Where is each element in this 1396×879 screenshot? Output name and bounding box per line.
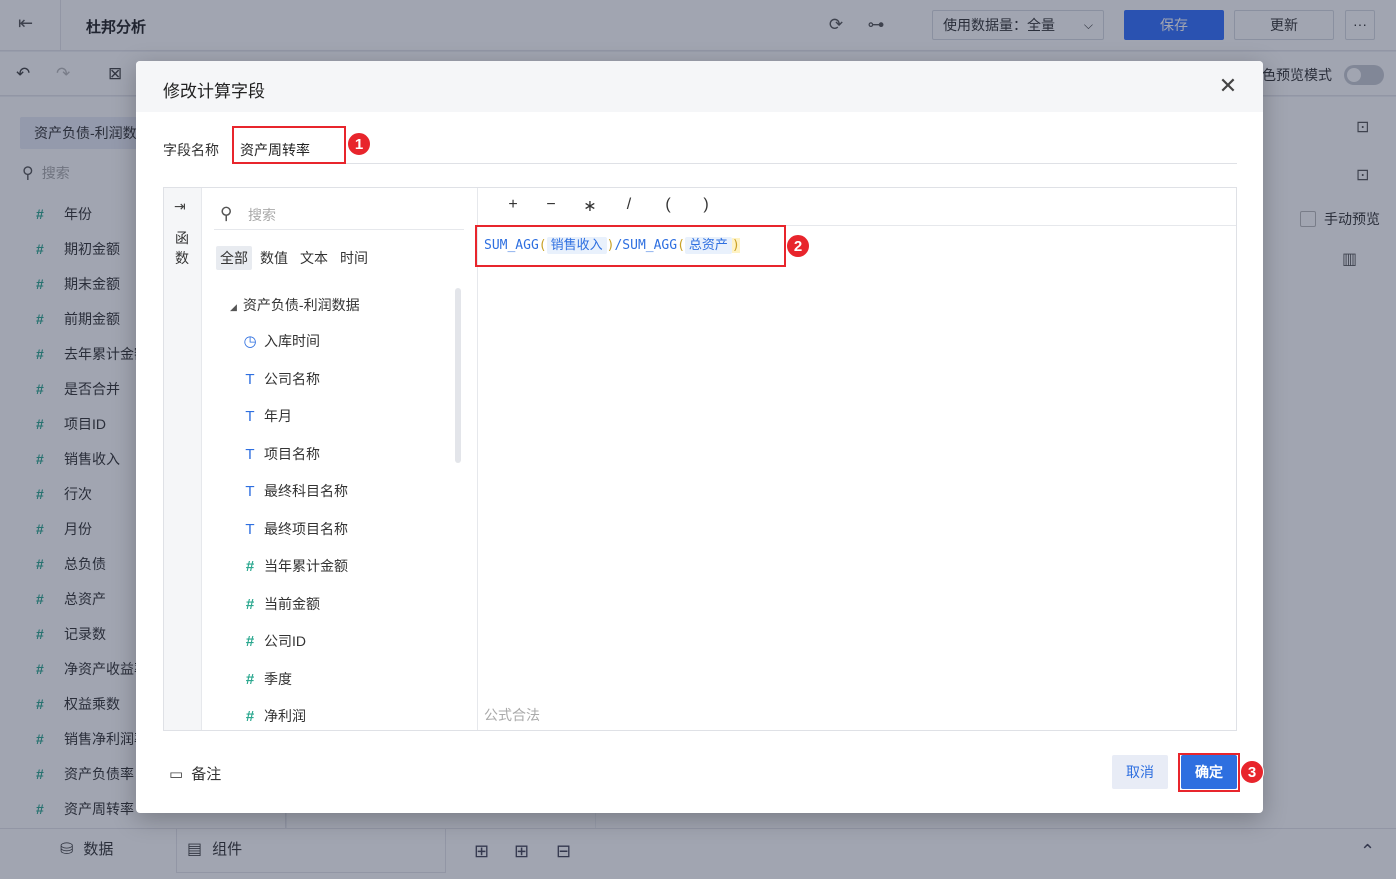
formula-field-token: 总资产	[684, 237, 732, 254]
field-item[interactable]: T 公司名称	[242, 361, 348, 399]
field-name-label: 字段名称	[163, 142, 219, 158]
field-label: 入库时间	[264, 333, 320, 349]
field-list: ◷ 入库时间 T 公司名称 T 年月 T 项目名称 T 最终科目名称 T 最终项目名称 # 当年累计金额 #…	[242, 323, 348, 730]
dataset-node[interactable]: ◢ 资产负债-利润数据	[230, 295, 360, 315]
comment-icon: ▭	[169, 766, 184, 783]
step-marker: 2	[786, 234, 810, 258]
field-label: 项目名称	[264, 445, 320, 462]
confirm-button[interactable]: 确定	[1181, 755, 1237, 789]
field-item[interactable]: T 最终项目名称	[242, 511, 348, 549]
field-label: 最终科目名称	[264, 483, 348, 499]
tab-all[interactable]: 全部	[216, 246, 252, 270]
plus-button[interactable]: +	[503, 196, 523, 214]
tab-text[interactable]: 文本	[296, 246, 332, 270]
field-search: ⚲	[214, 200, 464, 230]
step-marker: 3	[1240, 760, 1264, 784]
dialog-title: 修改计算字段	[163, 82, 265, 101]
field-label: 公司ID	[264, 633, 306, 649]
text-field-icon: T	[245, 445, 255, 463]
field-item[interactable]: # 公司ID	[242, 623, 348, 661]
text-field-icon: T	[245, 520, 255, 538]
close-paren-button[interactable]: )	[696, 196, 716, 214]
tab-time[interactable]: 时间	[336, 246, 372, 270]
dataset-node-label: 资产负债-利润数据	[242, 297, 360, 313]
cancel-button[interactable]: 取消	[1112, 755, 1168, 789]
number-field-icon: #	[245, 670, 255, 688]
function-rail: ⇥ 函数	[164, 188, 202, 730]
field-label: 年月	[264, 408, 292, 424]
field-item[interactable]: # 当年累计金额	[242, 548, 348, 586]
formula-function: SUM_AGG	[622, 238, 678, 253]
field-item[interactable]: # 季度	[242, 661, 348, 699]
text-field-icon: T	[245, 483, 255, 500]
dialog-header: 修改计算字段 ✕	[136, 61, 1263, 112]
divide-button[interactable]: /	[619, 196, 639, 214]
field-name-input[interactable]	[234, 126, 1237, 164]
text-field-icon: T	[245, 370, 255, 388]
formula-paren: )	[731, 238, 740, 253]
memo-button[interactable]: ▭ 备注	[169, 763, 221, 784]
field-type-tabs: 全部 数值 文本 时间	[216, 246, 376, 270]
number-field-icon: #	[245, 595, 255, 613]
field-search-input[interactable]	[248, 205, 448, 225]
field-label: 净利润	[264, 708, 306, 724]
field-item[interactable]: T 最终科目名称	[242, 473, 348, 511]
number-field-icon: #	[245, 558, 255, 575]
formula-status: 公式合法	[484, 707, 540, 723]
field-label: 最终项目名称	[264, 520, 348, 537]
tab-number[interactable]: 数值	[256, 246, 292, 270]
collapse-triangle-icon: ◢	[230, 302, 237, 312]
field-item[interactable]: T 年月	[242, 398, 348, 436]
formula-text[interactable]: SUM_AGG(销售收入)/SUM_AGG(总资产)	[484, 234, 740, 254]
text-field-icon: T	[245, 408, 255, 425]
field-item[interactable]: T 项目名称	[242, 436, 348, 474]
field-label: 季度	[264, 670, 292, 687]
operator-bar: + − ∗ / ()	[478, 188, 1236, 226]
field-item[interactable]: # 当前金额	[242, 586, 348, 624]
search-icon: ⚲	[220, 204, 233, 223]
number-field-icon: #	[245, 708, 255, 725]
expand-panel-icon[interactable]: ⇥	[174, 198, 186, 215]
formula-editor: ⇥ 函数 ⚲ 全部数值文本时间 ◢ 资产负债-利润数据 ◷ 入库时间 T 公司名称 T 年月…	[163, 187, 1237, 731]
field-picker: ⚲ 全部数值文本时间 ◢ 资产负债-利润数据 ◷ 入库时间 T 公司名称 T 年月 T 项目名称…	[202, 188, 478, 730]
scrollbar[interactable]	[455, 288, 461, 463]
close-icon[interactable]: ✕	[1215, 73, 1241, 99]
minus-button[interactable]: −	[541, 196, 561, 214]
formula-field-token: 销售收入	[546, 237, 607, 254]
formula-area: + − ∗ / () SUM_AGG(销售收入)/SUM_AGG(总资产) 公式合法	[478, 188, 1236, 730]
field-label: 当年累计金额	[264, 558, 348, 574]
edit-calculated-field-dialog: 修改计算字段 ✕ 字段名称 1 ⇥ 函数 ⚲ 全部数值文本时间 ◢ 资产负债-利润…	[136, 61, 1264, 813]
formula-paren: (	[538, 238, 547, 253]
number-field-icon: #	[245, 633, 255, 650]
field-label: 公司名称	[264, 370, 320, 387]
multiply-button[interactable]: ∗	[580, 196, 600, 216]
function-tab[interactable]: 函数	[175, 228, 191, 268]
open-paren-button[interactable]: (	[658, 196, 678, 214]
field-item[interactable]: # 净利润	[242, 698, 348, 730]
formula-function: SUM_AGG	[484, 238, 539, 253]
time-field-icon: ◷	[243, 333, 257, 350]
formula-paren: (	[677, 238, 685, 253]
field-item[interactable]: ◷ 入库时间	[242, 323, 348, 361]
field-label: 当前金额	[264, 595, 320, 612]
step-marker: 1	[347, 132, 371, 156]
memo-label: 备注	[191, 766, 222, 783]
